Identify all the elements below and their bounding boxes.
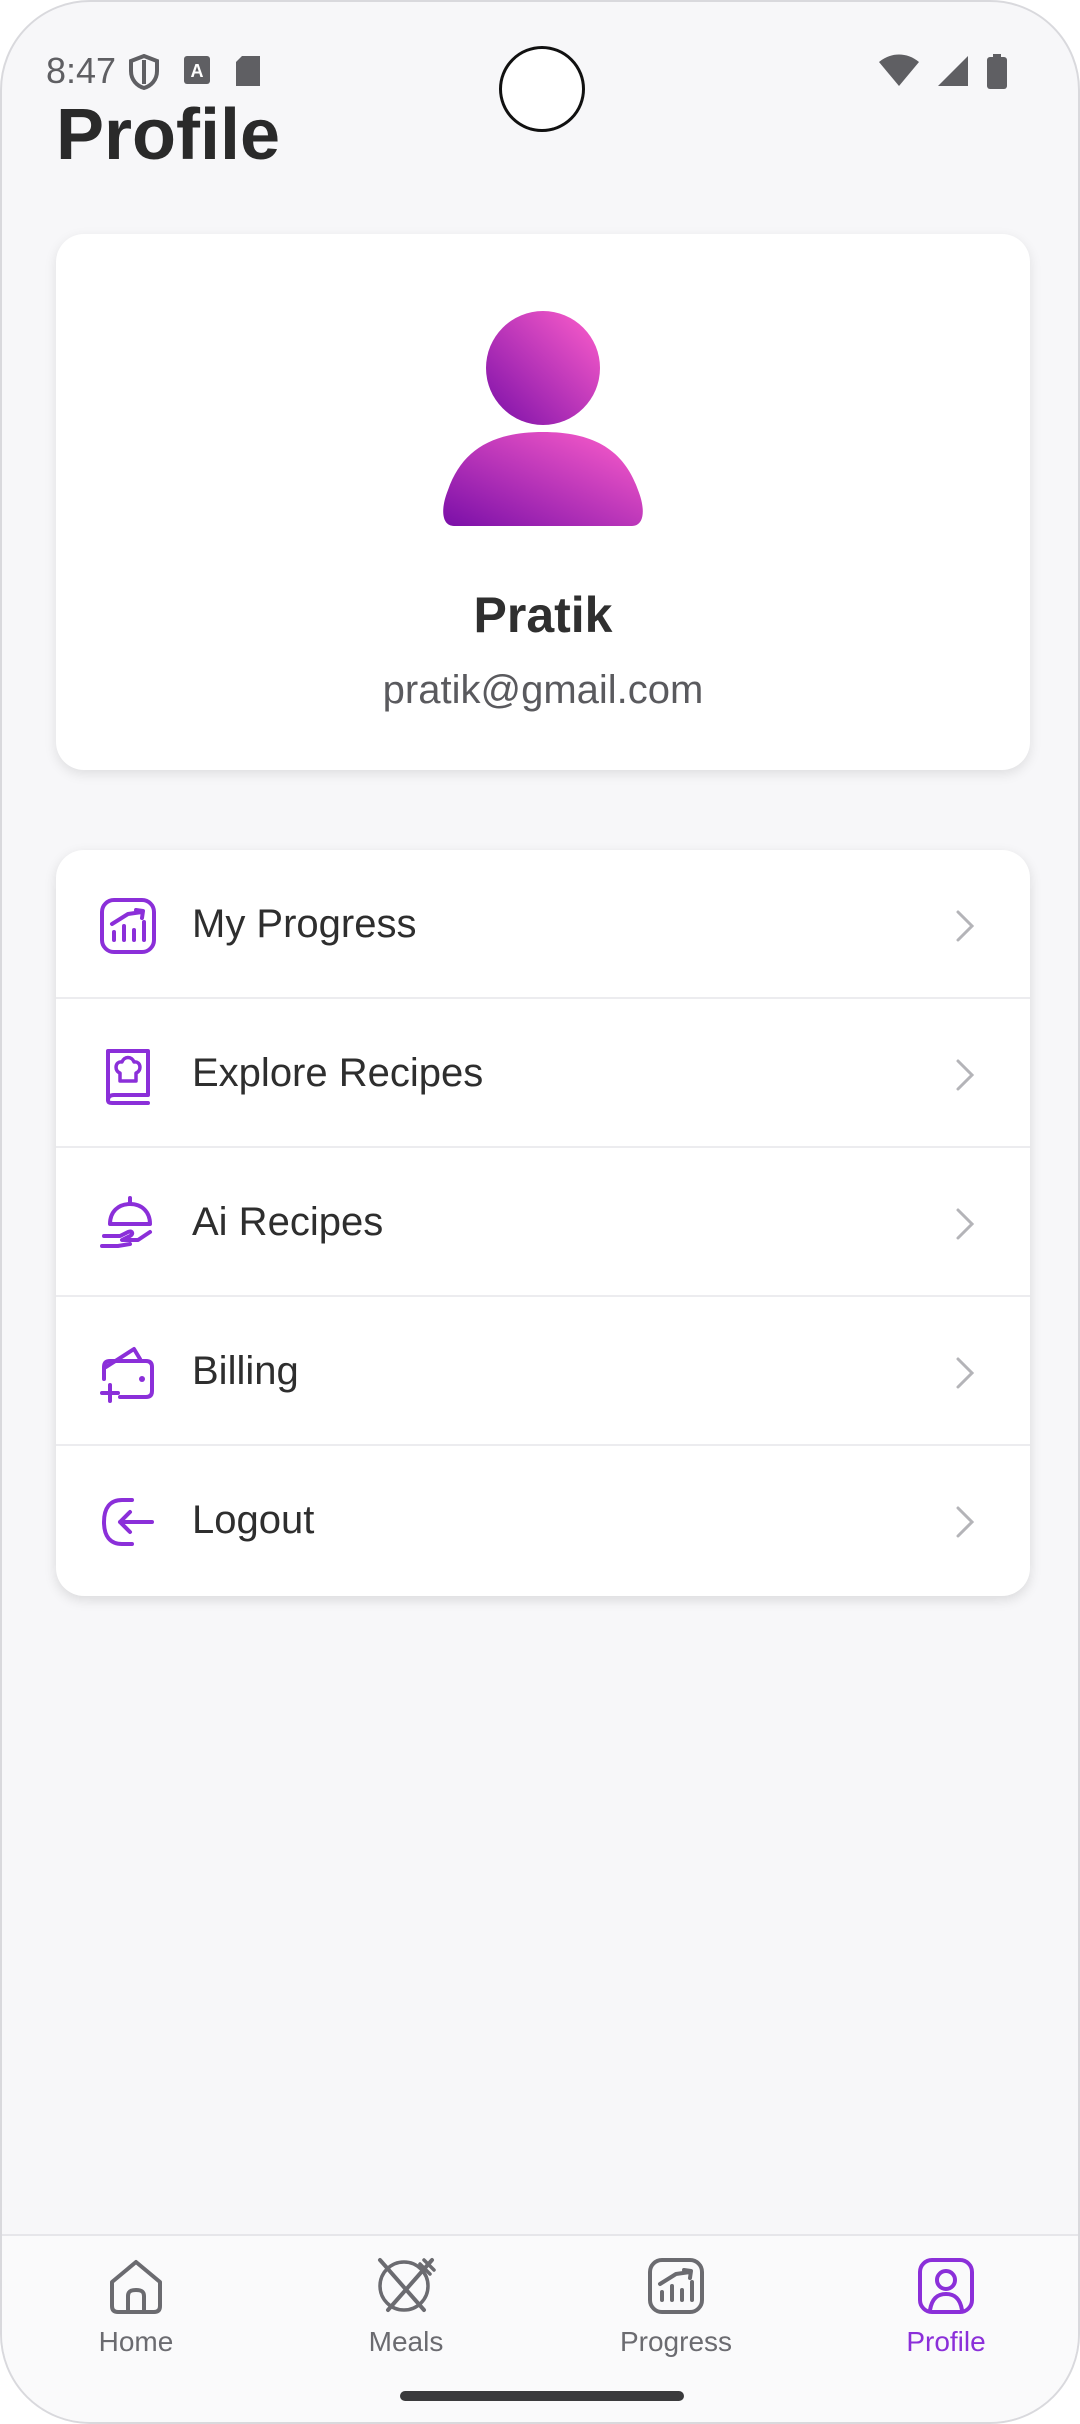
serving-cloche-icon xyxy=(100,1196,152,1248)
font-a-icon: A xyxy=(184,56,210,84)
battery-icon xyxy=(987,54,1007,89)
shield-icon xyxy=(129,54,159,90)
profile-card: Pratik pratik@gmail.com xyxy=(56,234,1030,770)
menu-item-billing[interactable]: Billing xyxy=(56,1297,1030,1446)
menu-item-explore-recipes[interactable]: Explore Recipes xyxy=(56,999,1030,1148)
menu-item-my-progress[interactable]: My Progress xyxy=(56,850,1030,999)
chart-up-icon xyxy=(648,2258,704,2314)
sd-card-icon xyxy=(236,56,260,86)
nav-tab-label: Meals xyxy=(368,2326,444,2357)
avatar xyxy=(443,311,643,526)
nav-tab-progress[interactable]: Progress xyxy=(576,2256,776,2358)
wifi-icon xyxy=(879,54,919,86)
nav-tab-label: Profile xyxy=(906,2326,986,2357)
nav-tab-label: Home xyxy=(98,2326,174,2357)
nav-tab-label: Progress xyxy=(619,2326,733,2357)
menu-item-label: Ai Recipes xyxy=(192,1200,384,1244)
chevron-right-icon xyxy=(956,1208,975,1240)
chevron-right-icon xyxy=(956,1506,975,1538)
cell-signal-icon xyxy=(938,56,968,86)
status-time: 8:47 xyxy=(46,50,117,91)
nav-tab-home[interactable]: Home xyxy=(36,2256,236,2358)
page-title: Profile xyxy=(56,95,281,175)
menu-item-label: My Progress xyxy=(192,902,417,946)
chevron-right-icon xyxy=(956,1357,975,1389)
wallet-add-icon xyxy=(100,1347,154,1403)
menu-item-label: Billing xyxy=(192,1349,299,1393)
nav-tab-meals[interactable]: Meals xyxy=(306,2256,506,2358)
menu-item-label: Explore Recipes xyxy=(192,1051,484,1095)
menu-item-label: Logout xyxy=(192,1498,315,1542)
logout-icon xyxy=(101,1498,154,1546)
home-icon xyxy=(110,2260,162,2314)
fork-spoon-icon xyxy=(378,2258,436,2312)
chevron-right-icon xyxy=(956,910,975,942)
chart-up-icon xyxy=(100,898,156,954)
menu-item-logout[interactable]: Logout xyxy=(56,1446,1030,1595)
front-camera xyxy=(499,46,585,132)
phone-screen: 8:47 A Profile Pratik pratik@gmail.com M… xyxy=(0,0,1080,2424)
menu-list: My Progress Explore Recipes Ai Recipes B… xyxy=(56,850,1030,1596)
recipe-book-icon xyxy=(106,1049,150,1105)
nav-tab-profile[interactable]: Profile xyxy=(846,2256,1046,2358)
chevron-right-icon xyxy=(956,1059,975,1091)
user-name: Pratik xyxy=(473,587,613,643)
profile-icon xyxy=(918,2258,974,2314)
user-email: pratik@gmail.com xyxy=(382,668,704,712)
svg-text:A: A xyxy=(191,61,204,81)
menu-item-ai-recipes[interactable]: Ai Recipes xyxy=(56,1148,1030,1297)
home-indicator[interactable] xyxy=(400,2391,684,2401)
